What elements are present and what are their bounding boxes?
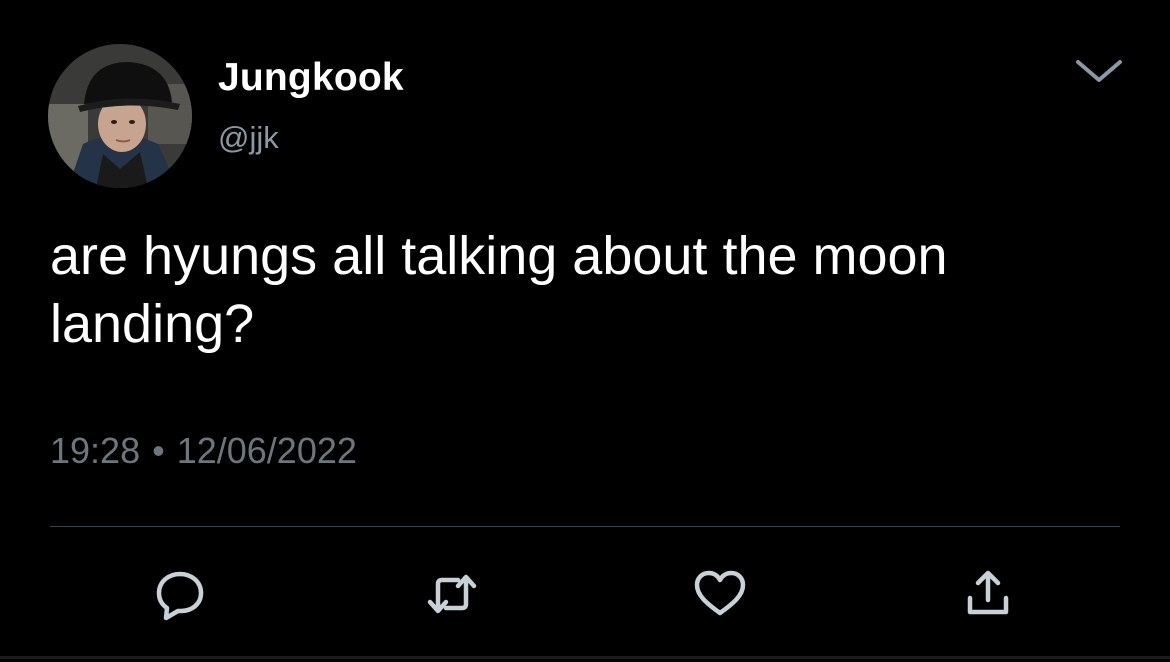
meta-separator: • bbox=[152, 430, 165, 471]
heart-icon bbox=[694, 570, 746, 616]
retweet-icon bbox=[427, 574, 477, 614]
tweet-date[interactable]: 12/06/2022 bbox=[177, 430, 357, 471]
like-button[interactable] bbox=[692, 566, 748, 622]
avatar-photo bbox=[48, 44, 192, 188]
avatar[interactable] bbox=[48, 44, 192, 188]
share-button[interactable] bbox=[960, 566, 1016, 622]
more-options-button[interactable] bbox=[1074, 56, 1124, 86]
tweet-text-line: landing? bbox=[50, 294, 255, 354]
user-handle[interactable]: @jjk bbox=[218, 120, 279, 156]
display-name[interactable]: Jungkook bbox=[218, 56, 404, 100]
bottom-border bbox=[0, 656, 1170, 659]
tweet-meta: 19:28 • 12/06/2022 bbox=[50, 430, 357, 472]
chevron-down-icon bbox=[1076, 60, 1122, 82]
retweet-button[interactable] bbox=[424, 566, 480, 622]
tweet-time[interactable]: 19:28 bbox=[50, 430, 140, 471]
reply-icon bbox=[156, 571, 204, 621]
reply-button[interactable] bbox=[152, 566, 208, 622]
divider bbox=[50, 526, 1120, 527]
tweet-text: are hyungs all talking about the moon la… bbox=[50, 222, 1130, 358]
tweet-text-line: are hyungs all talking about the moon bbox=[50, 226, 948, 286]
share-icon bbox=[967, 570, 1009, 615]
